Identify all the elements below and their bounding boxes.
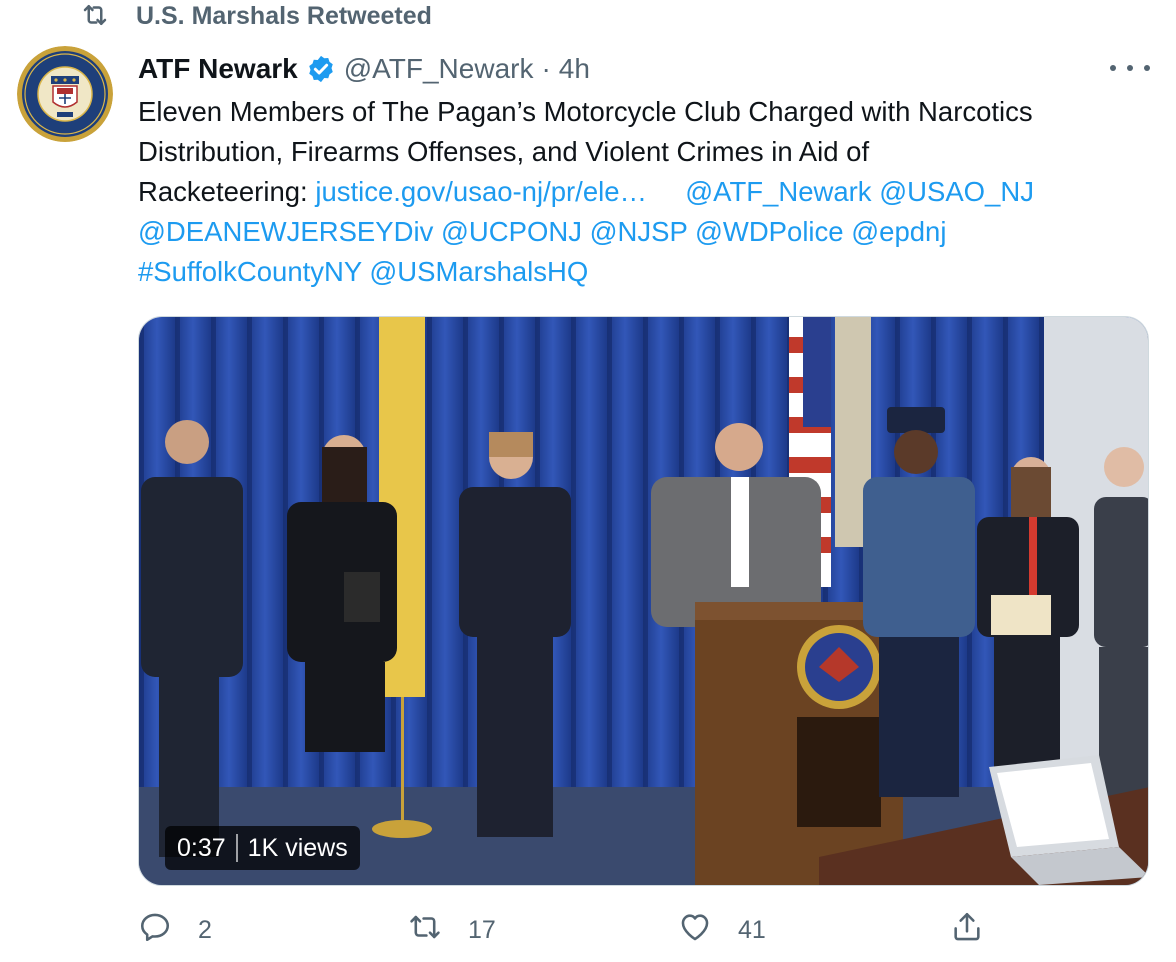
tweet-text-line: Eleven Members of The Pagan’s Motorcycle… [138,96,1033,127]
reply-count: 2 [198,915,212,944]
video-frame [139,317,1148,885]
badge-divider [235,834,238,862]
tweet-text-line: @DEANEWJERSEYDiv @UCPONJ @NJSP @WDPolice… [138,212,1148,252]
share-icon [950,910,984,951]
video-player[interactable]: 0:37 1K views [138,316,1149,886]
tweet-header: ATF Newark @ATF_Newark · 4h [138,48,590,90]
hashtag-link[interactable]: #SuffolkCountyNY [138,256,362,287]
tweet-time[interactable]: 4h [559,53,590,85]
tweet-link[interactable]: justice.gov/usao-nj/pr/ele… [315,176,647,207]
retweet-context-icon [80,0,110,35]
video-duration: 0:37 [177,833,226,862]
tweet-text-line: #SuffolkCountyNY @USMarshalsHQ [138,252,1148,292]
retweet-button[interactable]: 17 [408,908,496,952]
tweet-text-line: Distribution, Firearms Offenses, and Vio… [138,136,870,167]
reply-icon [138,910,172,951]
atf-seal-avatar [17,46,113,142]
header-separator: · [541,53,551,84]
podium [695,602,903,885]
mention-link[interactable]: @ATF_Newark [685,176,871,207]
tweet-actions: 2 17 41 [138,908,1148,952]
mention-link[interactable]: @NJSP [590,216,688,247]
tweet-text-line: Racketeering: justice.gov/usao-nj/pr/ele… [138,172,1148,212]
mention-link[interactable]: @DEANEWJERSEYDiv [138,216,433,247]
retweet-icon [408,910,442,951]
heart-icon [678,910,712,951]
tweet-text: Eleven Members of The Pagan’s Motorcycle… [138,92,1148,292]
mention-link[interactable]: @USAO_NJ [879,176,1034,207]
video-views: 1K views [247,833,348,862]
like-count: 41 [738,915,766,944]
mention-link[interactable]: @epdnj [851,216,946,247]
mention-link[interactable]: @WDPolice [695,216,844,247]
mention-link[interactable]: @USMarshalsHQ [369,256,588,287]
video-stats-badge: 0:37 1K views [165,826,360,870]
share-button[interactable] [950,908,984,952]
verified-badge-icon [306,54,336,84]
retweet-count: 17 [468,915,496,944]
author-name[interactable]: ATF Newark [138,53,298,85]
retweet-context-label[interactable]: U.S. Marshals Retweeted [136,2,432,31]
retweet-context[interactable]: U.S. Marshals Retweeted [80,0,432,35]
more-options-icon[interactable] [1110,58,1150,78]
like-button[interactable]: 41 [678,908,766,952]
author-handle[interactable]: @ATF_Newark [344,53,534,85]
tweet-text-prefix: Racketeering: [138,176,316,207]
mention-link[interactable]: @UCPONJ [441,216,582,247]
author-avatar[interactable] [17,46,113,142]
person-7 [1094,447,1148,797]
reply-button[interactable]: 2 [138,908,212,952]
